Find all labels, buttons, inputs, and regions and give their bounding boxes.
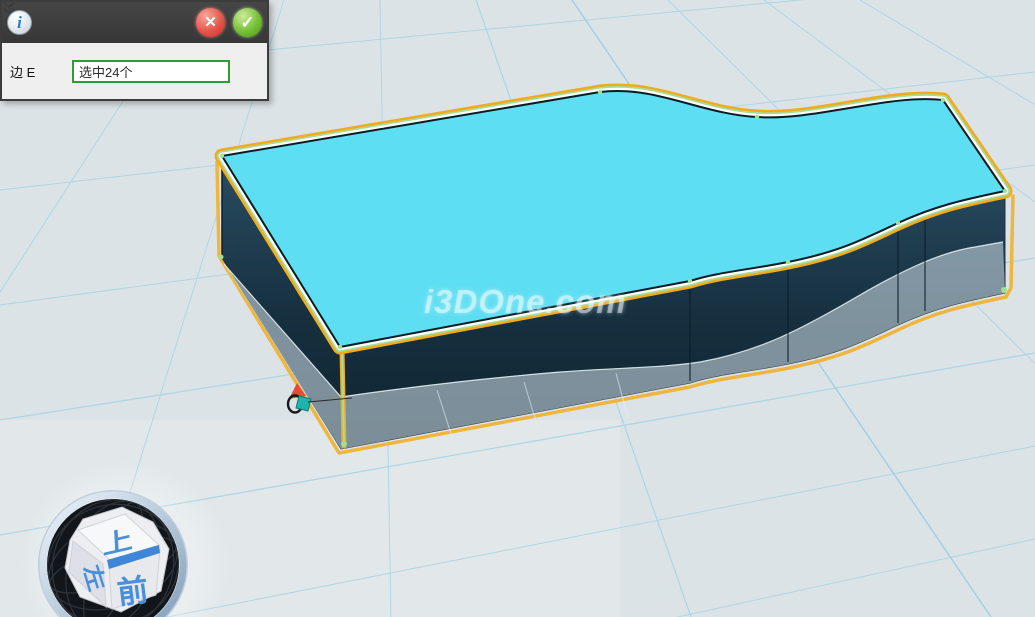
dialog-titlebar[interactable]: i ✕ ✓	[2, 2, 267, 43]
view-cube[interactable]: 上 前 左	[65, 507, 169, 612]
expand-chevron-button[interactable]	[238, 69, 242, 73]
view-cube-front-label: 前	[115, 572, 150, 611]
dialog-body: 边 E	[2, 43, 267, 99]
chevron-double-down-icon	[2, 2, 16, 15]
selection-dialog: i ✕ ✓ 边 E	[0, 0, 269, 101]
cad-viewport: 上 前 左 i3DOne.com i ✕ ✓ 边 E	[0, 0, 1035, 617]
cancel-button[interactable]: ✕	[196, 8, 225, 37]
edge-selection-input[interactable]	[72, 60, 230, 83]
confirm-button[interactable]: ✓	[233, 8, 262, 37]
edge-field-label: 边 E	[10, 62, 72, 81]
